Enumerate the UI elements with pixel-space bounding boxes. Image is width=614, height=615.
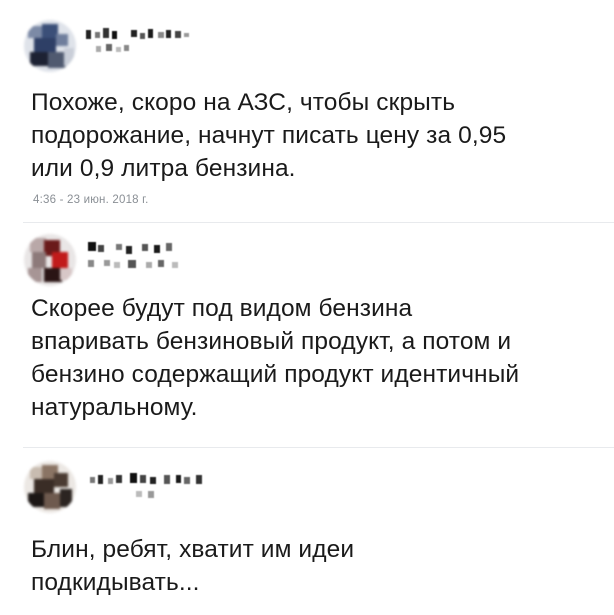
tweet-text-1: Похоже, скоро на АЗС, чтобы скрыть подор…: [31, 89, 507, 182]
tweet-timestamp[interactable]: 4:36 - 23 июн. 2018 г.: [33, 194, 149, 206]
user-avatar-1[interactable]: [24, 20, 76, 72]
tweet-text-3: Блин, ребят, хватит им идеи подкидывать.…: [31, 536, 355, 596]
tweet-3: Блин, ребят, хватит им идеи подкидывать.…: [0, 447, 614, 615]
username-obscured-2[interactable]: [86, 238, 196, 274]
username-obscured-3[interactable]: [90, 469, 230, 505]
tweet-2: Скорее будут под видом бензина впаривать…: [0, 222, 614, 447]
user-avatar-2[interactable]: [24, 234, 76, 286]
tweet-1: Похоже, скоро на АЗС, чтобы скрыть подор…: [0, 0, 614, 210]
user-avatar-3[interactable]: [24, 461, 76, 513]
username-obscured-1[interactable]: [86, 22, 246, 58]
tweet-text-2: Скорее будут под видом бензина впаривать…: [31, 295, 520, 421]
